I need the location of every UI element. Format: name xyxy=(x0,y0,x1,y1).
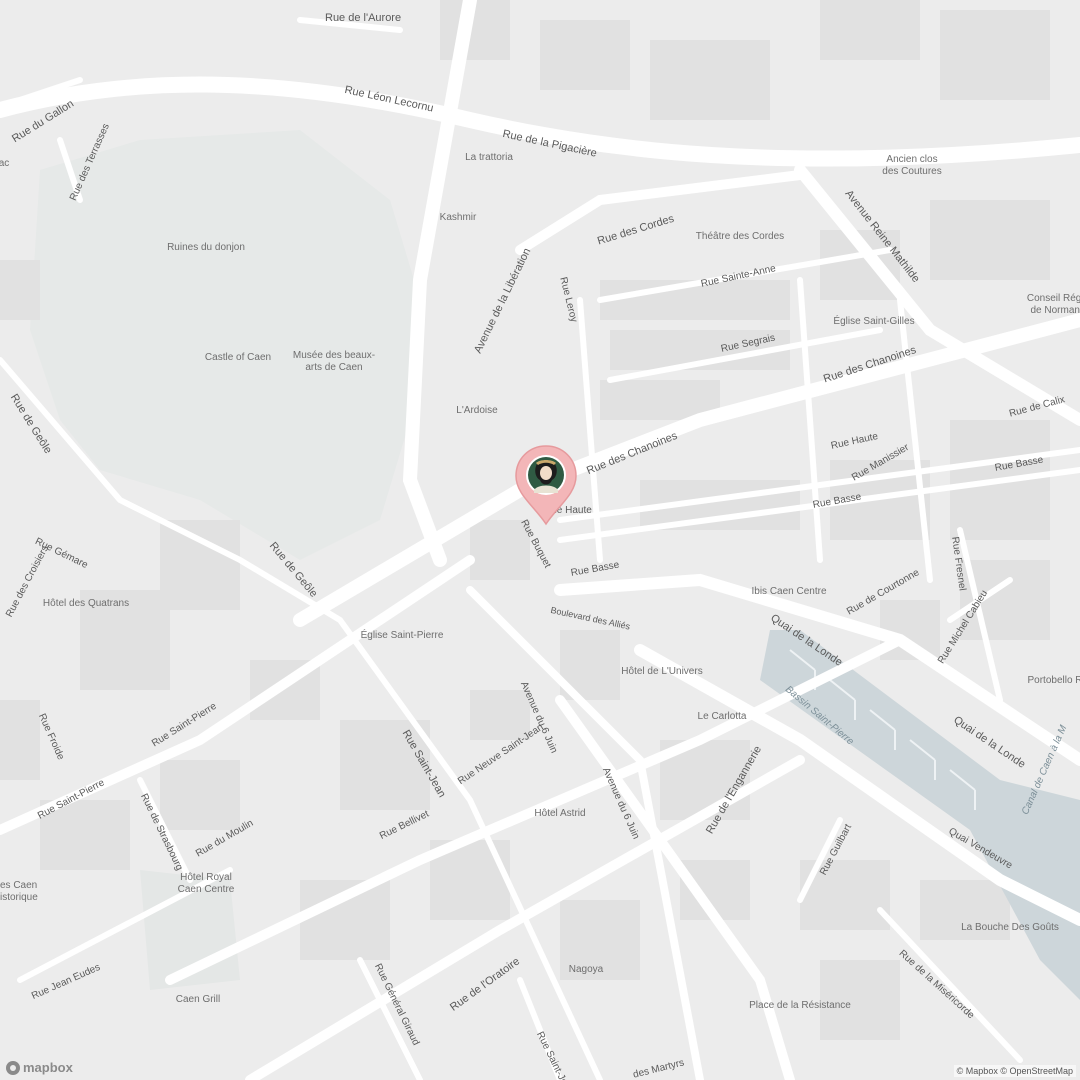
location-pin-icon xyxy=(515,445,577,526)
mapbox-logo-text: mapbox xyxy=(23,1060,73,1075)
poi-label: Hôtel des Quatrans xyxy=(42,598,130,609)
poi-label: Portobello R xyxy=(1027,675,1080,686)
poi-label: La Bouche Des Goûts xyxy=(961,922,1059,933)
poi-label: Le Carlotta xyxy=(697,711,747,722)
poi-label: Musée des beaux- arts de Caen xyxy=(292,350,376,373)
poi-label: Église Saint-Pierre xyxy=(360,630,444,641)
poi-label: Castle of Caen xyxy=(204,352,272,363)
poi-label: Conseil Régio de Normand xyxy=(1026,293,1080,316)
poi-label: Kashmir xyxy=(439,212,477,223)
map-canvas[interactable]: Rue de l'Aurore Rue du Gallon Rue Léon L… xyxy=(0,0,1080,1080)
poi-label: ac xyxy=(0,158,10,169)
poi-label: Nagoya xyxy=(568,964,604,975)
poi-label: es Caen istorique xyxy=(0,880,38,903)
street-label: Rue de l'Aurore xyxy=(325,12,402,24)
poi-label: Théâtre des Cordes xyxy=(695,231,785,242)
location-pin-marker[interactable] xyxy=(514,444,578,526)
poi-label: Hôtel Astrid xyxy=(534,808,586,819)
poi-label: Place de la Résistance xyxy=(749,1000,851,1011)
poi-label: Hôtel de L'Univers xyxy=(621,666,703,677)
poi-label: Hôtel Royal Caen Centre xyxy=(177,872,235,895)
poi-label: La trattoria xyxy=(465,152,513,163)
poi-label: Ruines du donjon xyxy=(167,242,245,253)
mapbox-logo[interactable]: mapbox xyxy=(6,1060,73,1075)
poi-label: Église Saint-Gilles xyxy=(833,316,915,327)
poi-label: L'Ardoise xyxy=(456,405,498,416)
poi-label: Ibis Caen Centre xyxy=(751,586,827,597)
mapbox-logo-icon xyxy=(6,1060,20,1075)
poi-label: Ancien clos des Coutures xyxy=(882,154,942,177)
map-attribution[interactable]: © Mapbox © OpenStreetMap xyxy=(953,1065,1076,1077)
poi-label: Caen Grill xyxy=(175,994,221,1005)
